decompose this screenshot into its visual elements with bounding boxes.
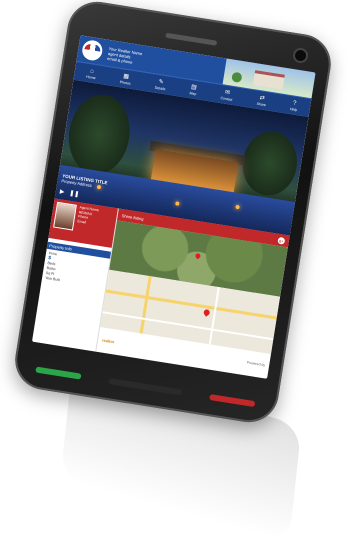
hero-tree [63, 90, 136, 179]
phone-speaker [165, 32, 218, 46]
nav-item-photos[interactable]: ▦ Photos [120, 73, 132, 85]
nav-item-home[interactable]: ⌂ Home [86, 67, 97, 80]
call-button[interactable] [35, 366, 82, 380]
phone-camera [291, 46, 310, 65]
home-button[interactable] [108, 378, 183, 396]
phone-screen: Your Realtor Name agent details email & … [31, 35, 316, 379]
share-label[interactable]: Share listing [122, 213, 145, 221]
map-pin-icon [194, 252, 202, 260]
nav-item-contact[interactable]: ✉ Contact [220, 89, 234, 101]
google-plus-icon[interactable]: g+ [277, 236, 286, 245]
nav-item-map[interactable]: ▤ Map [189, 84, 197, 96]
footer-note: Powered by [246, 360, 266, 368]
agent-text: Agent Name RE/MAX Phone Email [77, 205, 100, 225]
nav-item-help[interactable]: ? Help [290, 100, 299, 112]
footer-brand[interactable]: realtor [102, 337, 115, 344]
pause-icon[interactable]: ❚❚ [69, 190, 80, 199]
nav-item-details[interactable]: ✎ Details [155, 78, 167, 91]
agent-photo [53, 201, 77, 231]
header-agent-info: Your Realtor Name agent details email & … [107, 45, 143, 65]
nav-item-share[interactable]: ⇄ Share [256, 94, 267, 107]
map-road [139, 275, 152, 334]
property-info: Property Info Price $ Beds Baths Sq Ft Y… [41, 238, 112, 292]
map-road [208, 286, 220, 345]
right-column: Share listing g+ realtor Powered by [96, 208, 290, 378]
hero-tree [238, 127, 302, 200]
map-pin-icon [202, 308, 212, 318]
play-icon[interactable]: ▶ [59, 188, 65, 196]
end-call-button[interactable] [209, 394, 256, 408]
remax-logo[interactable] [80, 38, 104, 62]
